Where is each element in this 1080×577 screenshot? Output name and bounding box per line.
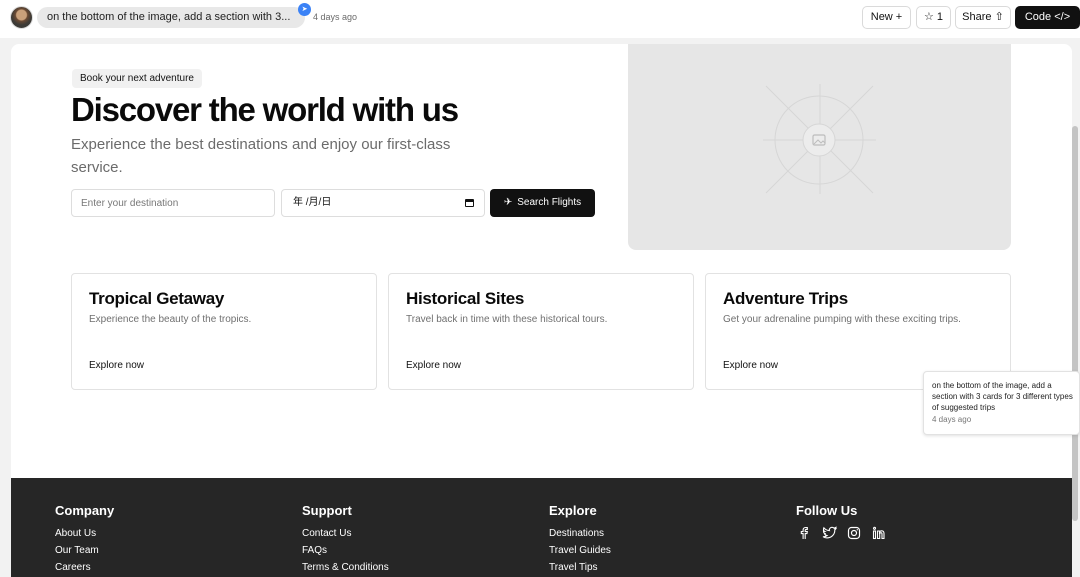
footer-heading: Support <box>302 503 352 518</box>
prompt-pill[interactable]: on the bottom of the image, add a sectio… <box>37 7 305 28</box>
footer-link-contact[interactable]: Contact Us <box>302 525 389 542</box>
footer-follow: Follow Us <box>796 503 887 541</box>
facebook-icon[interactable] <box>796 525 812 541</box>
footer-link-faqs[interactable]: FAQs <box>302 542 389 559</box>
card-title: Historical Sites <box>406 289 525 308</box>
footer-link-travel-tips[interactable]: Travel Tips <box>549 559 611 576</box>
comment-text: on the bottom of the image, add a sectio… <box>932 381 1073 412</box>
image-placeholder-icon <box>763 84 876 194</box>
card-description: Get your adrenaline pumping with these e… <box>723 314 961 325</box>
code-button[interactable]: Code </> <box>1015 6 1080 29</box>
new-button[interactable]: New + <box>862 6 911 29</box>
linkedin-icon[interactable] <box>871 525 887 541</box>
trip-card-historical[interactable]: Historical Sites Travel back in time wit… <box>388 273 694 390</box>
hero-image-placeholder <box>628 44 1011 250</box>
footer-heading: Explore <box>549 503 597 518</box>
footer-link-destinations[interactable]: Destinations <box>549 525 611 542</box>
card-description: Experience the beauty of the tropics. <box>89 314 252 325</box>
timestamp: 4 days ago <box>313 12 358 22</box>
footer-heading: Company <box>55 503 115 518</box>
date-value: 年 /月/日 <box>293 197 332 208</box>
comment-tooltip: on the bottom of the image, add a sectio… <box>923 371 1080 435</box>
top-bar: on the bottom of the image, add a sectio… <box>0 0 1080 38</box>
trip-card-tropical[interactable]: Tropical Getaway Experience the beauty o… <box>71 273 377 390</box>
hero-title: Discover the world with us <box>71 91 459 128</box>
hero-subtitle: Experience the best destinations and enj… <box>71 136 451 176</box>
calendar-icon[interactable] <box>465 199 474 207</box>
footer-link-about-us[interactable]: About Us <box>55 525 114 542</box>
plane-icon: ✈ <box>503 197 513 208</box>
footer-explore: Explore Destinations Travel Guides Trave… <box>549 503 611 576</box>
scrollbar[interactable] <box>1072 126 1078 521</box>
twitter-icon[interactable] <box>821 525 837 541</box>
star-button[interactable]: ☆ 1 <box>916 6 951 29</box>
avatar[interactable] <box>10 6 33 29</box>
footer-link-travel-guides[interactable]: Travel Guides <box>549 542 611 559</box>
card-title: Adventure Trips <box>723 289 848 308</box>
footer-support: Support Contact Us FAQs Terms & Conditio… <box>302 503 389 576</box>
footer: Company About Us Our Team Careers Suppor… <box>11 478 1072 577</box>
explore-link[interactable]: Explore now <box>406 360 461 371</box>
footer-heading: Follow Us <box>796 503 858 518</box>
footer-link-our-team[interactable]: Our Team <box>55 542 114 559</box>
footer-link-careers[interactable]: Careers <box>55 559 114 576</box>
explore-link[interactable]: Explore now <box>723 360 778 371</box>
footer-link-terms[interactable]: Terms & Conditions <box>302 559 389 576</box>
cursor-badge-icon: ➤ <box>298 3 311 16</box>
share-button[interactable]: Share ⇧ <box>955 6 1011 29</box>
hero-badge: Book your next adventure <box>72 69 202 88</box>
search-flights-label: Search Flights <box>517 197 582 208</box>
footer-company: Company About Us Our Team Careers <box>55 503 114 576</box>
card-title: Tropical Getaway <box>89 289 225 308</box>
comment-timestamp: 4 days ago <box>932 415 972 424</box>
preview-frame: Book your next adventure Discover the wo… <box>11 44 1072 577</box>
card-description: Travel back in time with these historica… <box>406 314 608 325</box>
search-flights-button[interactable]: ✈ Search Flights <box>490 189 595 217</box>
destination-input[interactable] <box>71 189 275 217</box>
instagram-icon[interactable] <box>846 525 862 541</box>
explore-link[interactable]: Explore now <box>89 360 144 371</box>
date-input[interactable]: 年 /月/日 <box>281 189 485 217</box>
social-icons <box>796 525 887 541</box>
